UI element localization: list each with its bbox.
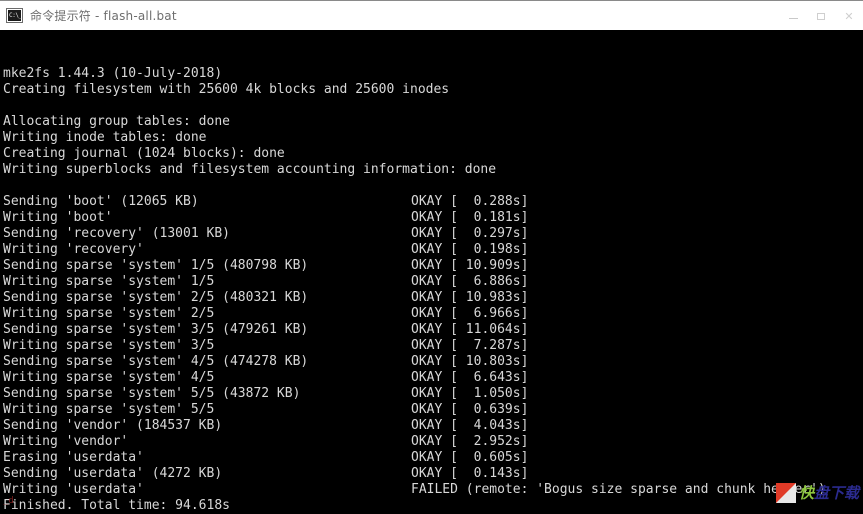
terminal-line-status: FAILED (remote: 'Bogus size sparse and c… — [411, 482, 826, 497]
minimize-button[interactable] — [779, 1, 807, 31]
terminal-line-text: Sending sparse 'system' 2/5 (480321 KB) — [3, 290, 309, 305]
terminal-line: Writing sparse 'system' 4/5 OKAY [ 6.643s… — [3, 370, 863, 386]
watermark-text-b: 盘下载 — [813, 484, 859, 502]
cmd-window: C:\_ 命令提示符 - flash-all.bat ✕ mke2fs 1.44… — [0, 0, 863, 514]
terminal-line-status: OKAY [ 10.909s] — [411, 258, 529, 273]
terminal-line-status: OKAY [ 0.181s] — [411, 210, 529, 225]
terminal-line-text: Allocating group tables: done — [3, 114, 230, 129]
terminal-line-status: OKAY [ 0.605s] — [411, 450, 529, 465]
terminal-line-text: Sending sparse 'system' 3/5 (479261 KB) — [3, 322, 309, 337]
terminal-line-text: Sending 'vendor' (184537 KB) — [3, 418, 223, 433]
terminal-line: Sending 'boot' (12065 KB) OKAY [ 0.288s] — [3, 194, 863, 210]
terminal-line-status: OKAY [ 10.803s] — [411, 354, 529, 369]
cmd-icon: C:\_ — [6, 8, 23, 23]
terminal-line-text: mke2fs 1.44.3 (10-July-2018) — [3, 66, 223, 81]
terminal-line-text: Erasing 'userdata' — [3, 450, 144, 465]
terminal-line: Sending sparse 'system' 2/5 (480321 KB) O… — [3, 290, 863, 306]
close-button[interactable]: ✕ — [835, 1, 863, 31]
terminal-line-status: OKAY [ 6.966s] — [411, 306, 529, 321]
terminal-line-text: Creating journal (1024 blocks): done — [3, 146, 285, 161]
terminal-line: Sending sparse 'system' 4/5 (474278 KB) O… — [3, 354, 863, 370]
terminal-line: Creating journal (1024 blocks): done — [3, 146, 863, 162]
terminal-line: Writing 'vendor' OKAY [ 2.952s] — [3, 434, 863, 450]
terminal-line: Sending sparse 'system' 5/5 (43872 KB) OK… — [3, 386, 863, 402]
terminal-line-status: OKAY [ 0.639s] — [411, 402, 529, 417]
terminal-line-text: Writing superblocks and filesystem accou… — [3, 162, 497, 177]
terminal-line: mke2fs 1.44.3 (10-July-2018) — [3, 66, 863, 82]
terminal-line: Creating filesystem with 25600 4k blocks… — [3, 82, 863, 98]
terminal-line-text: Sending 'boot' (12065 KB) — [3, 194, 199, 209]
watermark-text-a: 快 — [798, 484, 814, 502]
terminal-line-status: OKAY [ 7.287s] — [411, 338, 529, 353]
terminal-line-text: Sending sparse 'system' 5/5 (43872 KB) — [3, 386, 301, 401]
terminal-line-text: Writing sparse 'system' 4/5 — [3, 370, 215, 385]
terminal-line-text: Writing 'recovery' — [3, 242, 144, 257]
terminal-line: Allocating group tables: done — [3, 114, 863, 130]
terminal-line-text: Writing sparse 'system' 2/5 — [3, 306, 215, 321]
terminal-line-status: OKAY [ 4.043s] — [411, 418, 529, 433]
terminal-line-text: Sending sparse 'system' 1/5 (480798 KB) — [3, 258, 309, 273]
terminal-line: Writing sparse 'system' 3/5 OKAY [ 7.287s… — [3, 338, 863, 354]
terminal-line-text: Writing sparse 'system' 3/5 — [3, 338, 215, 353]
terminal-line-text: Sending sparse 'system' 4/5 (474278 KB) — [3, 354, 309, 369]
window-controls: ✕ — [779, 1, 863, 31]
terminal-line-text: Writing 'boot' — [3, 210, 113, 225]
terminal-line: Sending 'userdata' (4272 KB) OKAY [ 0.143… — [3, 466, 863, 482]
terminal-line-status: OKAY [ 0.297s] — [411, 226, 529, 241]
terminal-line: Writing superblocks and filesystem accou… — [3, 162, 863, 178]
terminal-line-status: OKAY [ 0.143s] — [411, 466, 529, 481]
close-icon: ✕ — [844, 9, 854, 23]
terminal-line: Finished. Total time: 94.618s — [3, 498, 863, 514]
terminal-line-text: Finished. Total time: 94.618s — [3, 498, 230, 513]
terminal-line-text: Sending 'recovery' (13001 KB) — [3, 226, 230, 241]
terminal-line-status: OKAY [ 0.288s] — [411, 194, 529, 209]
terminal-line-status: OKAY [ 11.064s] — [411, 322, 529, 337]
terminal-line: Sending sparse 'system' 3/5 (479261 KB) O… — [3, 322, 863, 338]
terminal-line-status: OKAY [ 6.886s] — [411, 274, 529, 289]
terminal-output[interactable]: mke2fs 1.44.3 (10-July-2018) Creating fil… — [0, 30, 863, 514]
terminal-line-status: OKAY [ 6.643s] — [411, 370, 529, 385]
terminal-line-status: OKAY [ 10.983s] — [411, 290, 529, 305]
render-artifact: _d — [3, 496, 14, 506]
terminal-line-status: OKAY [ 2.952s] — [411, 434, 529, 449]
terminal-line: Sending 'vendor' (184537 KB) OKAY [ 4.043… — [3, 418, 863, 434]
watermark: 快盘下载 — [775, 482, 859, 504]
titlebar[interactable]: C:\_ 命令提示符 - flash-all.bat ✕ — [0, 0, 863, 30]
terminal-line: Writing 'recovery' OKAY [ 0.198s] — [3, 242, 863, 258]
terminal-line-text: Writing 'userdata' — [3, 482, 144, 497]
maximize-icon — [817, 12, 825, 20]
terminal-line: Sending sparse 'system' 1/5 (480798 KB) O… — [3, 258, 863, 274]
terminal-line-text: Writing 'vendor' — [3, 434, 129, 449]
maximize-button[interactable] — [807, 1, 835, 31]
terminal-line-status: OKAY [ 0.198s] — [411, 242, 529, 257]
terminal-line-text: Writing inode tables: done — [3, 130, 207, 145]
terminal-line-text: Sending 'userdata' (4272 KB) — [3, 466, 223, 481]
terminal-line: Writing 'boot' OKAY [ 0.181s] — [3, 210, 863, 226]
terminal-line-text: Creating filesystem with 25600 4k blocks… — [3, 82, 450, 97]
terminal-line: Writing 'userdata' FAILED (remote: 'Bogus… — [3, 482, 863, 498]
minimize-icon — [788, 17, 798, 19]
watermark-text: 快盘下载 — [799, 483, 859, 503]
terminal-line: Writing inode tables: done — [3, 130, 863, 146]
terminal-line: Sending 'recovery' (13001 KB) OKAY [ 0.29… — [3, 226, 863, 242]
terminal-line-text: Writing sparse 'system' 1/5 — [3, 274, 215, 289]
terminal-line: Erasing 'userdata' OKAY [ 0.605s] — [3, 450, 863, 466]
terminal-line: Writing sparse 'system' 5/5 OKAY [ 0.639s… — [3, 402, 863, 418]
watermark-logo-icon — [775, 483, 796, 503]
terminal-line: Writing sparse 'system' 1/5 OKAY [ 6.886s… — [3, 274, 863, 290]
terminal-line-text: Writing sparse 'system' 5/5 — [3, 402, 215, 417]
terminal-line: Writing sparse 'system' 2/5 OKAY [ 6.966s… — [3, 306, 863, 322]
terminal-line-status: OKAY [ 1.050s] — [411, 386, 529, 401]
cmd-icon-glyph: C:\_ — [8, 10, 22, 21]
window-title: 命令提示符 - flash-all.bat — [30, 9, 177, 23]
